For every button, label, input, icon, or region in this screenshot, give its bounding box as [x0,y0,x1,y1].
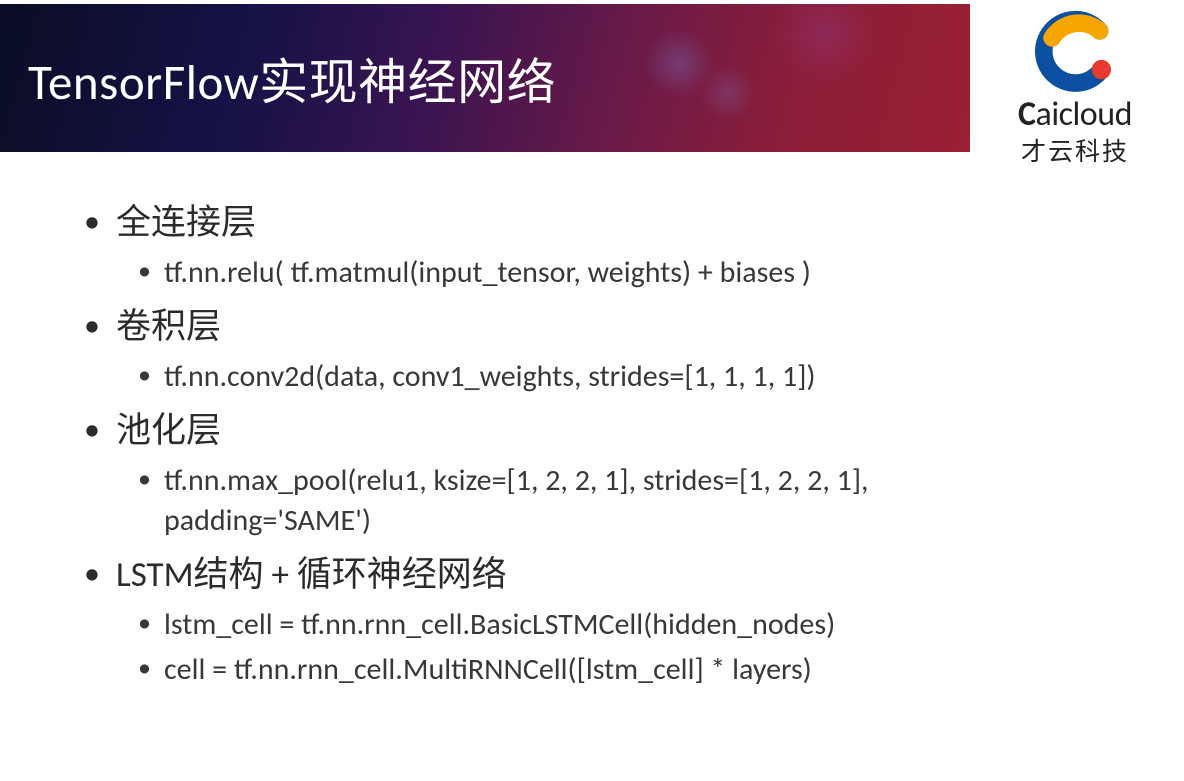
list-item-label: LSTM结构 + 循环神经网络 [116,554,507,596]
list-item-label: 全连接层 [116,202,256,244]
list-item: LSTM结构 + 循环神经网络 lstm_cell = tf.nn.rnn_ce… [78,552,1144,690]
bullet-list: 全连接层 tf.nn.relu( tf.matmul(input_tensor,… [78,200,1144,690]
list-item-label: 卷积层 [116,306,221,348]
brand-name-cn: 才云科技 [980,132,1170,168]
slide-title: TensorFlow实现神经网络 [28,43,556,114]
list-item: 全连接层 tf.nn.relu( tf.matmul(input_tensor,… [78,200,1144,294]
list-item: 池化层 tf.nn.max_pool(relu1, ksize=[1, 2, 2… [78,408,1144,542]
list-subitem: tf.nn.relu( tf.matmul(input_tensor, weig… [116,253,896,294]
brand-name-en: Caicloud [980,98,1170,132]
list-subitem: lstm_cell = tf.nn.rnn_cell.BasicLSTMCell… [116,605,896,646]
brand-logo-mark [1027,8,1123,96]
list-item-label: 池化层 [116,410,221,452]
list-subitem: cell = tf.nn.rnn_cell.MultiRNNCell([lstm… [116,650,896,691]
title-banner: TensorFlow实现神经网络 [0,4,970,152]
list-item: 卷积层 tf.nn.conv2d(data, conv1_weights, st… [78,304,1144,398]
brand-logo: Caicloud 才云科技 [980,8,1170,168]
list-subitem: tf.nn.max_pool(relu1, ksize=[1, 2, 2, 1]… [116,461,896,542]
slide-body: 全连接层 tf.nn.relu( tf.matmul(input_tensor,… [78,200,1144,700]
list-subitem: tf.nn.conv2d(data, conv1_weights, stride… [116,357,896,398]
